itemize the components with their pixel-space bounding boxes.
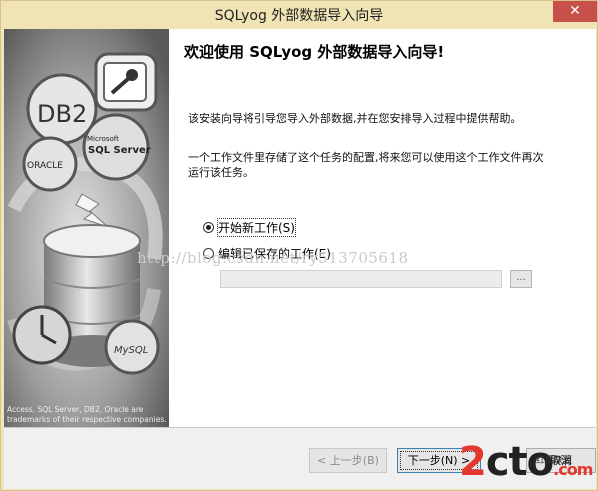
- close-icon: ✕: [569, 3, 581, 19]
- job-file-path-input[interactable]: [220, 270, 502, 288]
- clock-icon: [12, 305, 72, 365]
- trademark-note: Access, SQL Server, DB2, Oracle are trad…: [7, 405, 167, 424]
- window-title: SQLyog 外部数据导入向导: [214, 8, 384, 24]
- footer-divider: [4, 427, 596, 428]
- radio-selected-icon: [203, 222, 214, 233]
- database-illustration: DB2 Microsoft SQL Server ORACLE MySQL: [4, 29, 169, 427]
- key-icon: [94, 52, 158, 112]
- sidebar-illustration: DB2 Microsoft SQL Server ORACLE MySQL Ac…: [4, 29, 169, 427]
- page-title: 欢迎使用 SQLyog 外部数据导入向导!: [184, 43, 445, 61]
- sqlserver-label: SQL Server: [88, 145, 151, 156]
- wizard-window: SQLyog 外部数据导入向导 ✕ DB2 Microsoft SQL Serv…: [0, 0, 598, 491]
- back-button[interactable]: < 上一步(B): [309, 448, 387, 473]
- mysql-label: MySQL: [114, 345, 148, 356]
- db2-label: DB2: [37, 100, 87, 128]
- site-logo: 2cto.com: [459, 439, 593, 485]
- intro-text: 该安装向导将引导您导入外部数据,并在您安排导入过程中提供帮助。: [188, 112, 522, 125]
- browse-button[interactable]: ...: [510, 270, 532, 288]
- job-file-text: 一个工作文件里存储了这个任务的配置,将来您可以使用这个工作文件再次运行该任务。: [188, 151, 544, 179]
- watermark-text: http://blog.csdn.net/ry513705618: [137, 249, 409, 267]
- oracle-label: ORACLE: [27, 161, 63, 171]
- title-bar: SQLyog 外部数据导入向导 ✕: [1, 1, 597, 29]
- start-new-job-radio[interactable]: 开始新工作(S): [203, 218, 296, 237]
- wizard-content: 欢迎使用 SQLyog 外部数据导入向导! 该安装向导将引导您导入外部数据,并在…: [169, 29, 596, 427]
- start-new-job-label: 开始新工作(S): [217, 218, 296, 237]
- microsoft-label: Microsoft: [87, 135, 119, 143]
- site-tagline: 红黑联盟: [536, 456, 573, 466]
- close-button[interactable]: ✕: [553, 1, 597, 22]
